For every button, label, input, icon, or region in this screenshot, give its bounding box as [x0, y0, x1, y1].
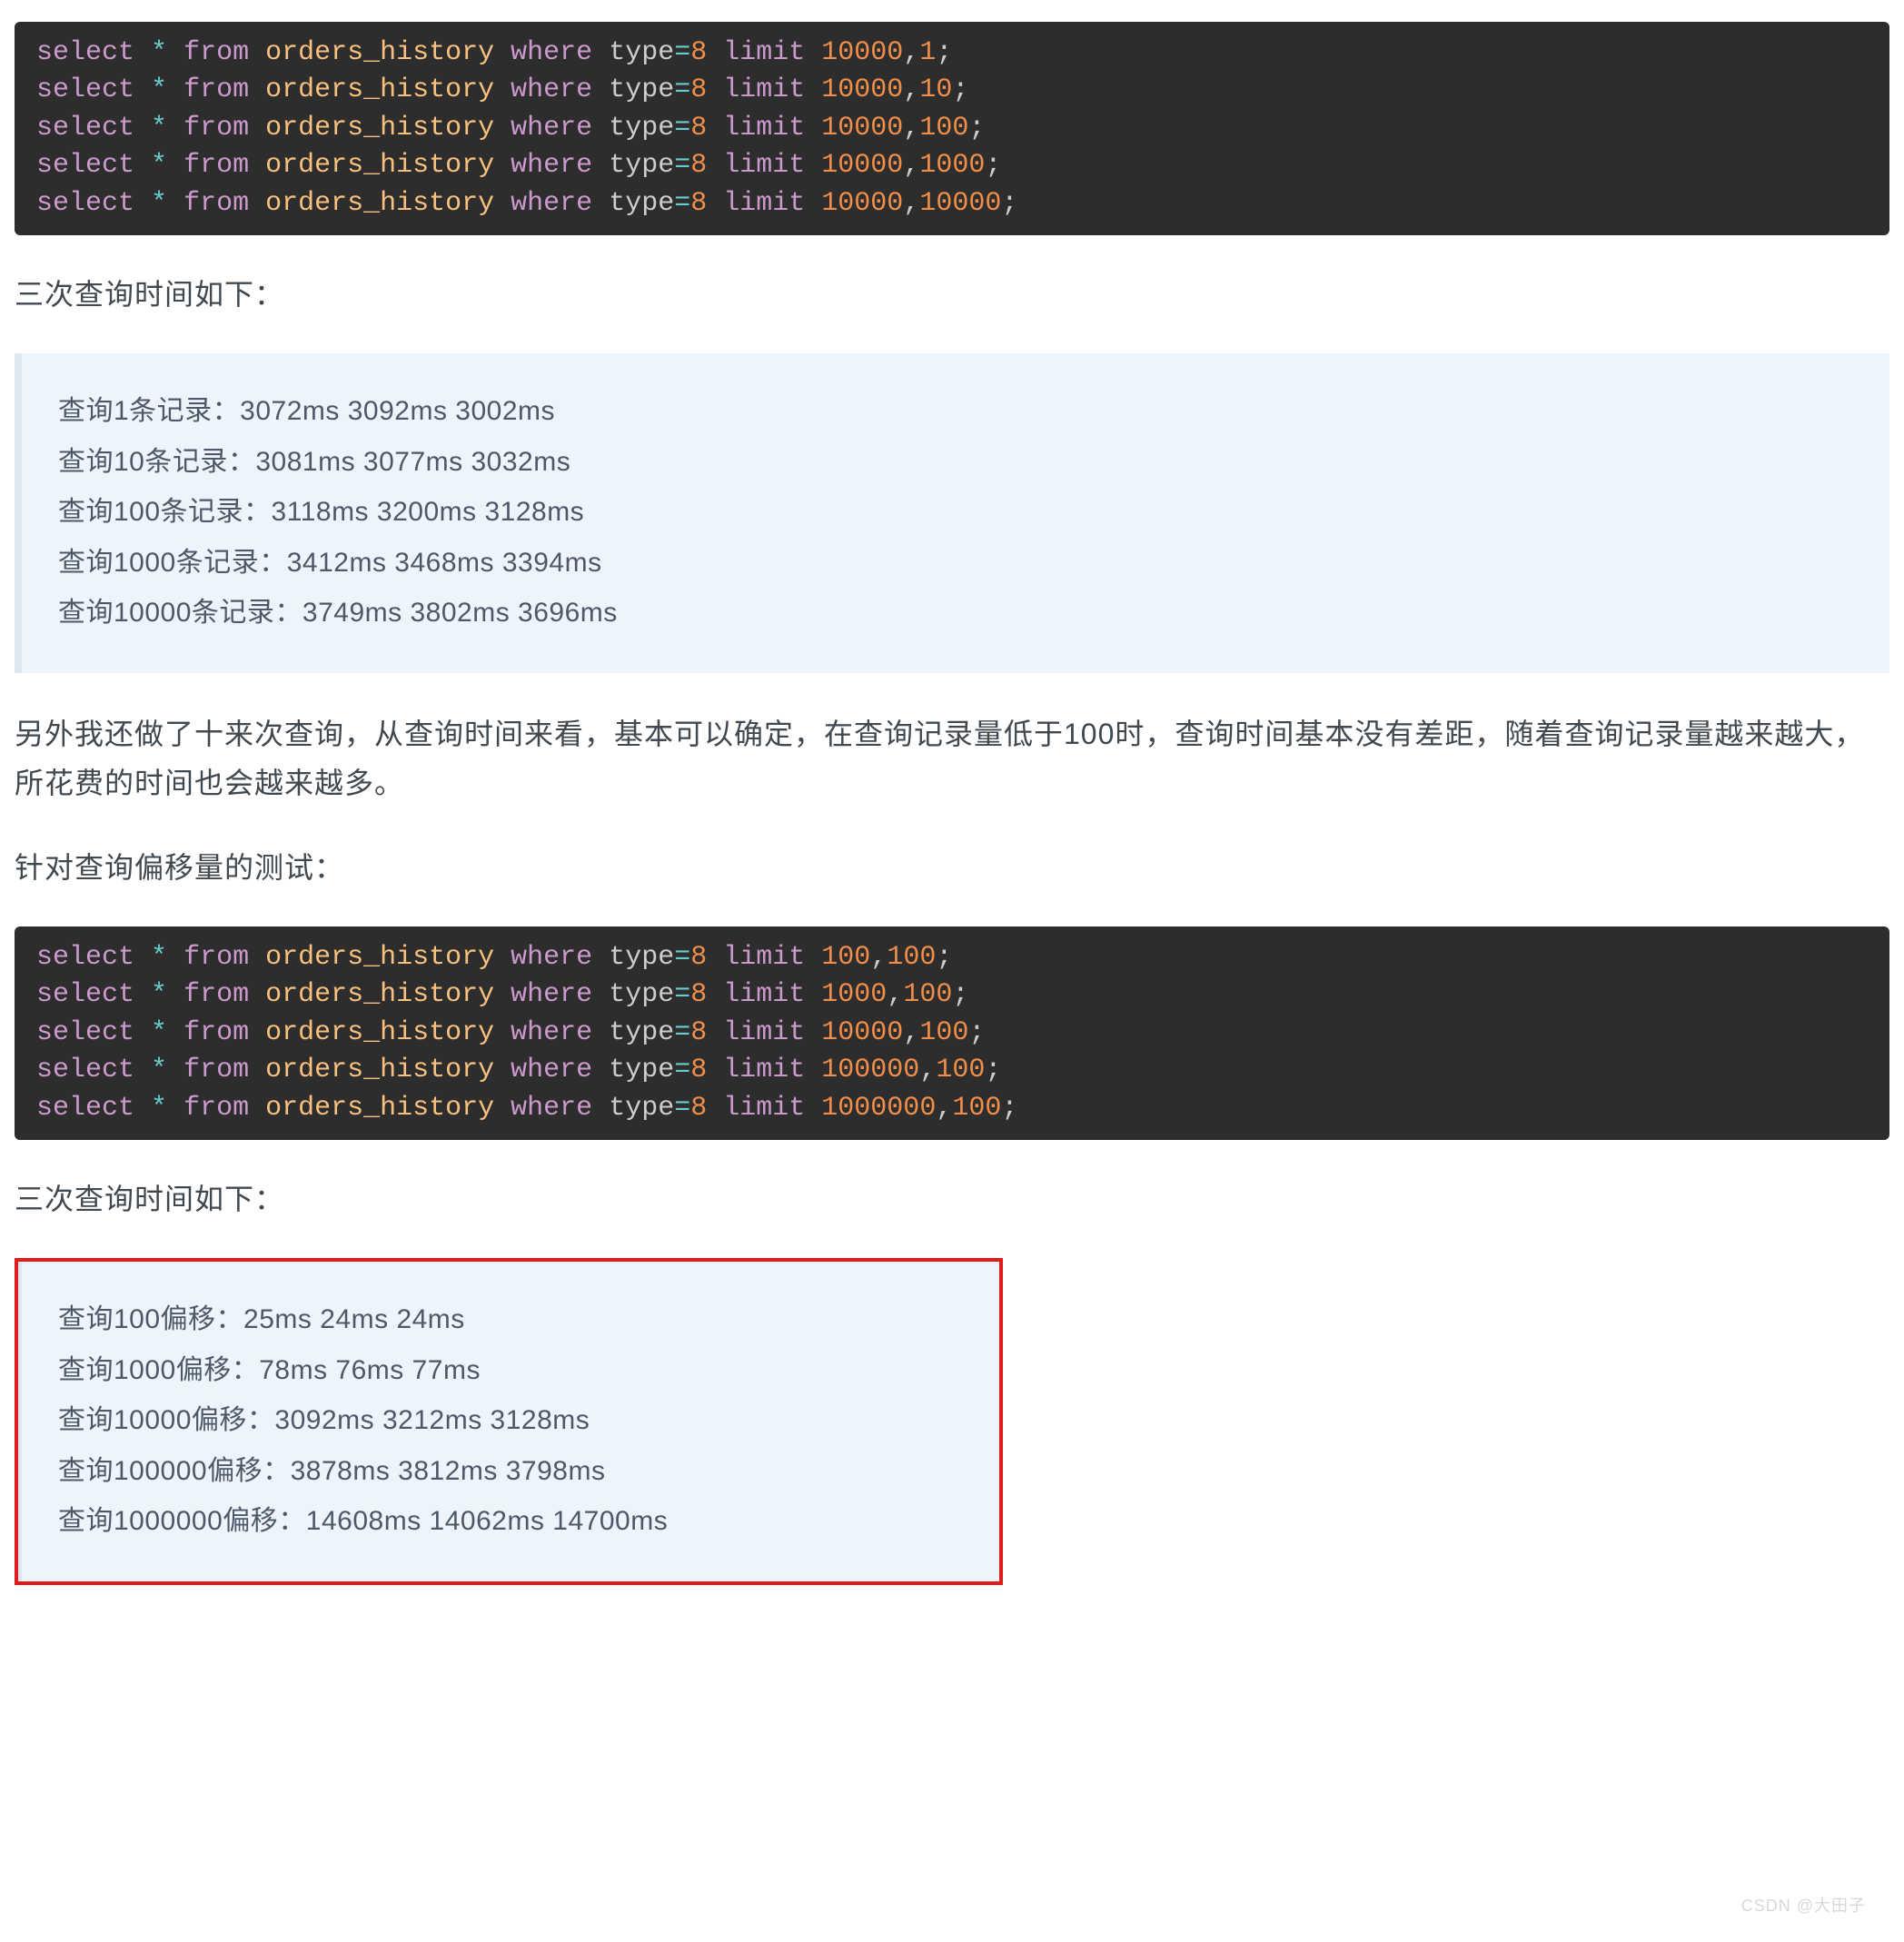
paragraph-query-times-heading-2: 三次查询时间如下：	[15, 1174, 1889, 1224]
result-line: 查询1000偏移：78ms 76ms 77ms	[58, 1345, 972, 1396]
sql-code-block-limit-rows: select * from orders_history where type=…	[15, 22, 1889, 235]
quote-block-offset-results-highlighted: 查询100偏移：25ms 24ms 24ms查询1000偏移：78ms 76ms…	[15, 1258, 1003, 1585]
sql-code-block-limit-offset: select * from orders_history where type=…	[15, 926, 1889, 1140]
result-line: 查询1000000偏移：14608ms 14062ms 14700ms	[58, 1496, 972, 1547]
result-line: 查询10条记录：3081ms 3077ms 3032ms	[58, 437, 1862, 488]
quote-block-row-count-results: 查询1条记录：3072ms 3092ms 3002ms查询10条记录：3081m…	[15, 353, 1889, 673]
result-line: 查询1000条记录：3412ms 3468ms 3394ms	[58, 538, 1862, 589]
result-line: 查询10000条记录：3749ms 3802ms 3696ms	[58, 588, 1862, 639]
result-line: 查询10000偏移：3092ms 3212ms 3128ms	[58, 1395, 972, 1446]
paragraph-analysis: 另外我还做了十来次查询，从查询时间来看，基本可以确定，在查询记录量低于100时，…	[15, 709, 1889, 808]
paragraph-offset-test-heading: 针对查询偏移量的测试：	[15, 843, 1889, 892]
result-line: 查询100000偏移：3878ms 3812ms 3798ms	[58, 1446, 972, 1497]
result-line: 查询100条记录：3118ms 3200ms 3128ms	[58, 487, 1862, 538]
paragraph-query-times-heading-1: 三次查询时间如下：	[15, 270, 1889, 319]
watermark-text: CSDN @大田子	[1741, 1892, 1866, 1920]
result-line: 查询1条记录：3072ms 3092ms 3002ms	[58, 386, 1862, 437]
result-line: 查询100偏移：25ms 24ms 24ms	[58, 1294, 972, 1345]
